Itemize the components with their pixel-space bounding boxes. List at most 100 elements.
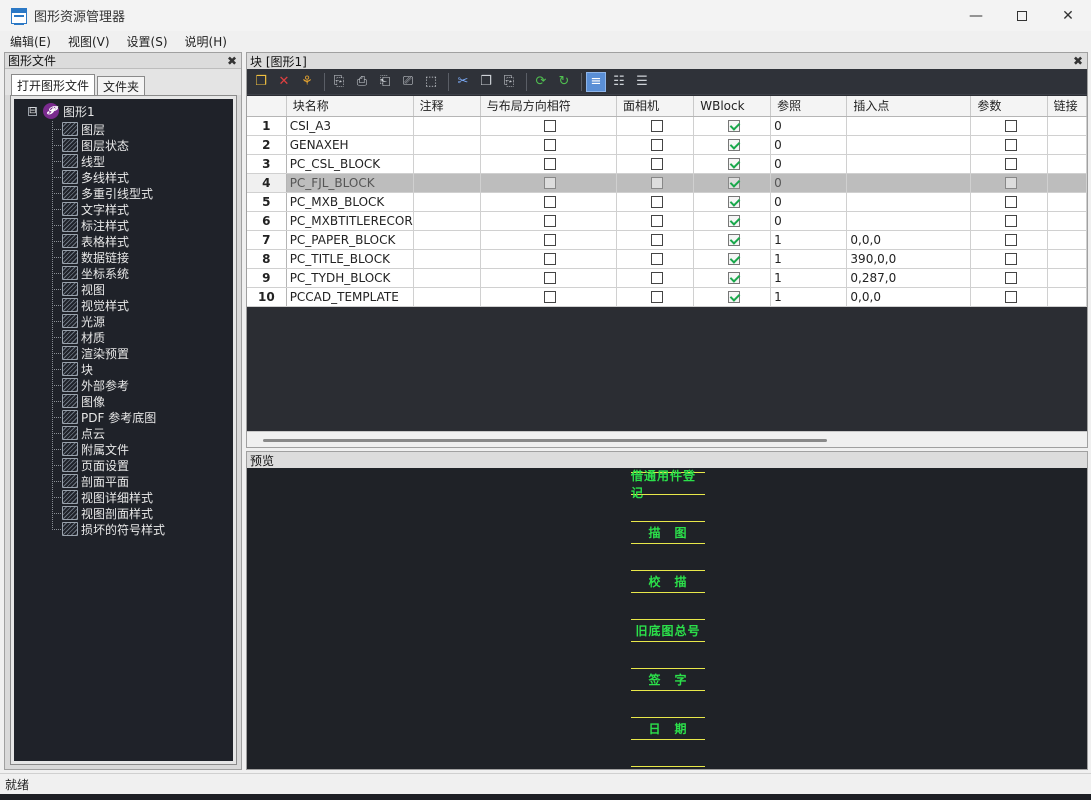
tree-item[interactable]: 线型 [48,153,165,169]
checkbox[interactable] [650,158,663,170]
horizontal-scrollbar[interactable] [247,431,1087,447]
block-name-cell[interactable]: PC_TITLE_BLOCK [286,249,414,269]
tree-item[interactable]: 损坏的符号样式 [48,521,165,537]
checkbox[interactable] [650,196,663,208]
tree-item[interactable]: 渲染预置 [48,345,165,361]
note-cell[interactable] [413,268,481,288]
tree-item[interactable]: 块 [48,361,165,377]
block-name-cell[interactable]: PC_MXBTITLERECOR [286,211,414,231]
insert-point-cell[interactable] [846,135,972,155]
new-icon[interactable]: ❐ [251,72,271,92]
tree-item[interactable]: 视图 [48,281,165,297]
insert-point-cell[interactable]: 0,287,0 [846,268,972,288]
export-icon[interactable]: ⎗ [375,72,395,92]
link-cell[interactable] [1047,154,1087,174]
menu-settings[interactable]: 设置(S) [117,33,175,50]
row-number[interactable]: 4 [247,173,287,193]
note-cell[interactable] [413,192,481,212]
checkbox[interactable] [1004,196,1017,208]
thumbnail-view-icon[interactable]: ☷ [609,72,629,92]
menu-view[interactable]: 视图(V) [58,33,117,50]
link-cell[interactable] [1047,268,1087,288]
note-cell[interactable] [413,116,481,136]
block-name-cell[interactable]: PC_FJL_BLOCK [286,173,414,193]
checkbox-checked[interactable] [727,196,740,208]
block-name-cell[interactable]: CSI_A3 [286,116,414,136]
reference-count-cell[interactable]: 0 [770,135,848,155]
panel-close-icon[interactable]: ✖ [227,54,237,68]
menu-help[interactable]: 说明(H) [175,33,234,50]
reference-count-cell[interactable]: 1 [770,230,848,250]
table-row[interactable]: 8 PC_TITLE_BLOCK 1 390,0,0 [247,249,1087,269]
checkbox-checked[interactable] [727,139,740,151]
checkbox-checked[interactable] [727,158,740,170]
checkbox-checked[interactable] [727,215,740,227]
checkbox[interactable] [1004,234,1017,246]
tree-item[interactable]: 点云 [48,425,165,441]
tree-item[interactable]: PDF 参考底图 [48,409,165,425]
reference-count-cell[interactable]: 0 [770,192,848,212]
purge-icon[interactable]: ⚘ [297,72,317,92]
row-number[interactable]: 5 [247,192,287,212]
checkbox[interactable] [650,291,663,303]
tree-item[interactable]: 光源 [48,313,165,329]
detail-view-icon[interactable]: ☰ [632,72,652,92]
block-name-cell[interactable]: PCCAD_TEMPLATE [286,287,414,307]
scrollbar-thumb[interactable] [263,439,827,442]
delete-icon[interactable]: ✕ [274,72,294,92]
maximize-button[interactable] [999,0,1045,31]
tree-item[interactable]: 视图详细样式 [48,489,165,505]
column-header-param[interactable]: 参数 [970,96,1048,117]
block-name-cell[interactable]: GENAXEH [286,135,414,155]
tree-item[interactable]: 视图剖面样式 [48,505,165,521]
checkbox[interactable] [543,120,556,132]
checkbox[interactable] [650,177,663,189]
row-number[interactable]: 10 [247,287,287,307]
reference-count-cell[interactable]: 0 [770,173,848,193]
column-header-ref[interactable]: 参照 [770,96,848,117]
rename-icon[interactable]: ⎚ [398,72,418,92]
checkbox[interactable] [543,253,556,265]
note-cell[interactable] [413,154,481,174]
row-number[interactable]: 6 [247,211,287,231]
insert-point-cell[interactable]: 0,0,0 [846,287,972,307]
link-cell[interactable] [1047,287,1087,307]
table-row[interactable]: 3 PC_CSL_BLOCK 0 [247,154,1087,174]
checkbox[interactable] [543,272,556,284]
link-cell[interactable] [1047,192,1087,212]
blocks-panel-close-icon[interactable]: ✖ [1073,54,1083,68]
checkbox[interactable] [1004,139,1017,151]
table-row[interactable]: 2 GENAXEH 0 [247,135,1087,155]
checkbox-checked[interactable] [727,177,740,189]
row-number[interactable]: 1 [247,116,287,136]
tree-item[interactable]: 数据链接 [48,249,165,265]
row-number[interactable]: 8 [247,249,287,269]
table-row[interactable]: 4 PC_FJL_BLOCK 0 [247,173,1087,193]
tab-open-drawings[interactable]: 打开图形文件 [11,74,96,95]
checkbox[interactable] [1004,177,1017,189]
column-header-insert[interactable]: 插入点 [846,96,972,117]
tree-item[interactable]: 多重引线型式 [48,185,165,201]
insert-point-cell[interactable]: 0,0,0 [846,230,972,250]
list-view-icon[interactable]: ≡ [586,71,606,92]
tree-item[interactable]: 多线样式 [48,169,165,185]
checkbox[interactable] [543,177,556,189]
column-header-wblock[interactable]: WBlock [693,96,772,117]
tree-item[interactable]: 图像 [48,393,165,409]
checkbox[interactable] [650,253,663,265]
note-cell[interactable] [413,173,481,193]
minimize-button[interactable]: — [953,0,999,31]
note-cell[interactable] [413,230,481,250]
tree-item[interactable]: 图层 [48,121,165,137]
checkbox[interactable] [543,215,556,227]
sync-icon[interactable]: ↻ [554,72,574,92]
row-number[interactable]: 2 [247,135,287,155]
column-header-note[interactable]: 注释 [413,96,481,117]
insert-point-cell[interactable] [846,154,972,174]
tree-item[interactable]: 图层状态 [48,137,165,153]
checkbox-checked[interactable] [727,120,740,132]
insert-point-cell[interactable] [846,173,972,193]
table-row[interactable]: 7 PC_PAPER_BLOCK 1 0,0,0 [247,230,1087,250]
checkbox[interactable] [650,215,663,227]
close-button[interactable]: ✕ [1045,0,1091,31]
